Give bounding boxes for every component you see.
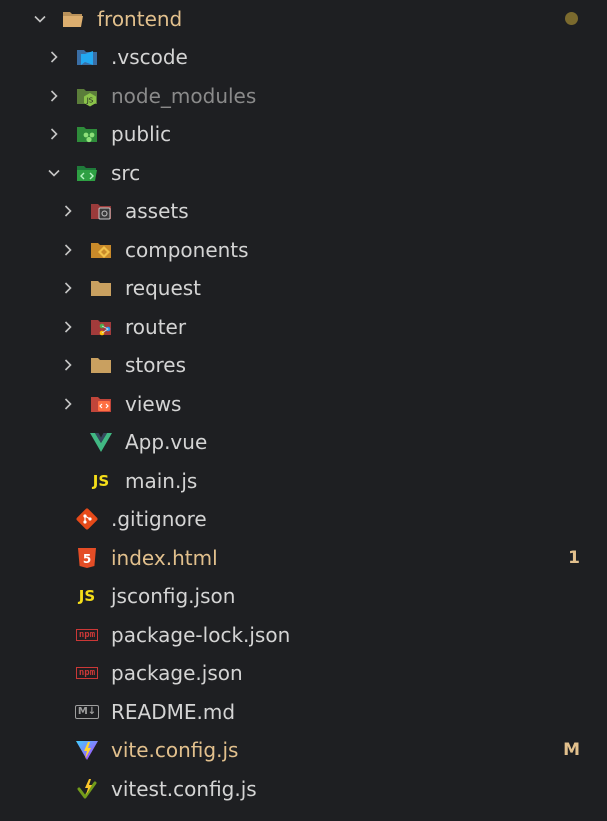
git-icon xyxy=(75,507,99,531)
svg-text:5: 5 xyxy=(83,552,91,566)
tree-item-app-vue[interactable]: App.vue xyxy=(0,423,607,461)
tree-item-label: views xyxy=(125,392,182,416)
tree-item-label: package-lock.json xyxy=(111,623,291,647)
tree-item-vite-config[interactable]: vite.config.js M xyxy=(0,731,607,769)
chevron-right-icon[interactable] xyxy=(59,192,77,230)
tree-item-label: .vscode xyxy=(111,45,188,69)
js-icon: JS xyxy=(92,472,110,490)
vitest-icon xyxy=(75,777,99,801)
tree-item-components[interactable]: components xyxy=(0,231,607,269)
tree-item-views[interactable]: views xyxy=(0,385,607,423)
chevron-right-icon[interactable] xyxy=(45,115,63,153)
chevron-right-icon[interactable] xyxy=(59,308,77,346)
tree-item-index-html[interactable]: 5 index.html 1 xyxy=(0,539,607,577)
chevron-right-icon[interactable] xyxy=(59,231,77,269)
tree-item-package[interactable]: npm package.json xyxy=(0,654,607,692)
node-folder-icon: JS xyxy=(75,84,99,108)
folder-icon xyxy=(89,353,113,377)
folder-icon xyxy=(89,276,113,300)
tree-item-frontend[interactable]: frontend xyxy=(0,0,607,38)
git-status-badge: M xyxy=(563,740,580,760)
npm-icon: npm xyxy=(75,661,99,685)
problems-badge: 1 xyxy=(568,548,580,568)
views-folder-icon xyxy=(89,392,113,416)
tree-item-readme[interactable]: M↓ README.md xyxy=(0,693,607,731)
markdown-icon: M↓ xyxy=(74,700,100,724)
tree-item-label: README.md xyxy=(111,700,236,724)
tree-item-assets[interactable]: assets xyxy=(0,192,607,230)
tree-item-vitest-config[interactable]: vitest.config.js xyxy=(0,770,607,808)
tree-item-label: index.html xyxy=(111,546,218,570)
tree-item-label: jsconfig.json xyxy=(111,584,236,608)
vite-icon xyxy=(75,738,99,762)
assets-folder-icon xyxy=(89,199,113,223)
public-folder-icon xyxy=(75,122,99,146)
chevron-right-icon[interactable] xyxy=(59,269,77,307)
html5-icon: 5 xyxy=(75,546,99,570)
tree-item-label: node_modules xyxy=(111,84,257,108)
chevron-down-icon[interactable] xyxy=(45,154,63,192)
tree-item-label: assets xyxy=(125,199,189,223)
npm-icon: npm xyxy=(75,623,99,647)
tree-item-label: src xyxy=(111,161,141,185)
folder-open-icon xyxy=(61,7,85,31)
tree-item-label: main.js xyxy=(125,469,198,493)
tree-item-label: frontend xyxy=(97,7,183,31)
modified-dot xyxy=(565,12,578,25)
jsconfig-icon: JS xyxy=(78,587,96,605)
router-folder-icon xyxy=(89,315,113,339)
tree-item-main-js[interactable]: JS main.js xyxy=(0,462,607,500)
chevron-right-icon[interactable] xyxy=(59,346,77,384)
tree-item-label: stores xyxy=(125,353,187,377)
tree-item-jsconfig[interactable]: JS jsconfig.json xyxy=(0,577,607,615)
tree-item-label: public xyxy=(111,122,172,146)
components-folder-icon xyxy=(89,238,113,262)
chevron-right-icon[interactable] xyxy=(45,38,63,76)
vue-icon xyxy=(89,430,113,454)
tree-item-src[interactable]: src xyxy=(0,154,607,192)
tree-item-node-modules[interactable]: JS node_modules xyxy=(0,77,607,115)
tree-item-label: package.json xyxy=(111,661,243,685)
tree-item-label: App.vue xyxy=(125,430,208,454)
chevron-right-icon[interactable] xyxy=(59,385,77,423)
tree-item-gitignore[interactable]: .gitignore xyxy=(0,500,607,538)
chevron-right-icon[interactable] xyxy=(45,77,63,115)
tree-item-label: router xyxy=(125,315,187,339)
svg-text:JS: JS xyxy=(86,97,94,105)
tree-item-public[interactable]: public xyxy=(0,115,607,153)
tree-item-label: .gitignore xyxy=(111,507,207,531)
file-explorer-tree: frontend .vscode JS node_modules public xyxy=(0,0,607,821)
tree-item-label: request xyxy=(125,276,202,300)
tree-item-router[interactable]: router xyxy=(0,308,607,346)
tree-item-label: components xyxy=(125,238,249,262)
tree-item-request[interactable]: request xyxy=(0,269,607,307)
vscode-folder-icon xyxy=(75,45,99,69)
tree-item-label: vite.config.js xyxy=(111,738,239,762)
chevron-down-icon[interactable] xyxy=(31,0,49,38)
tree-item-label: vitest.config.js xyxy=(111,777,257,801)
tree-item-package-lock[interactable]: npm package-lock.json xyxy=(0,616,607,654)
tree-item-stores[interactable]: stores xyxy=(0,346,607,384)
src-folder-icon xyxy=(75,161,99,185)
tree-item-vscode[interactable]: .vscode xyxy=(0,38,607,76)
